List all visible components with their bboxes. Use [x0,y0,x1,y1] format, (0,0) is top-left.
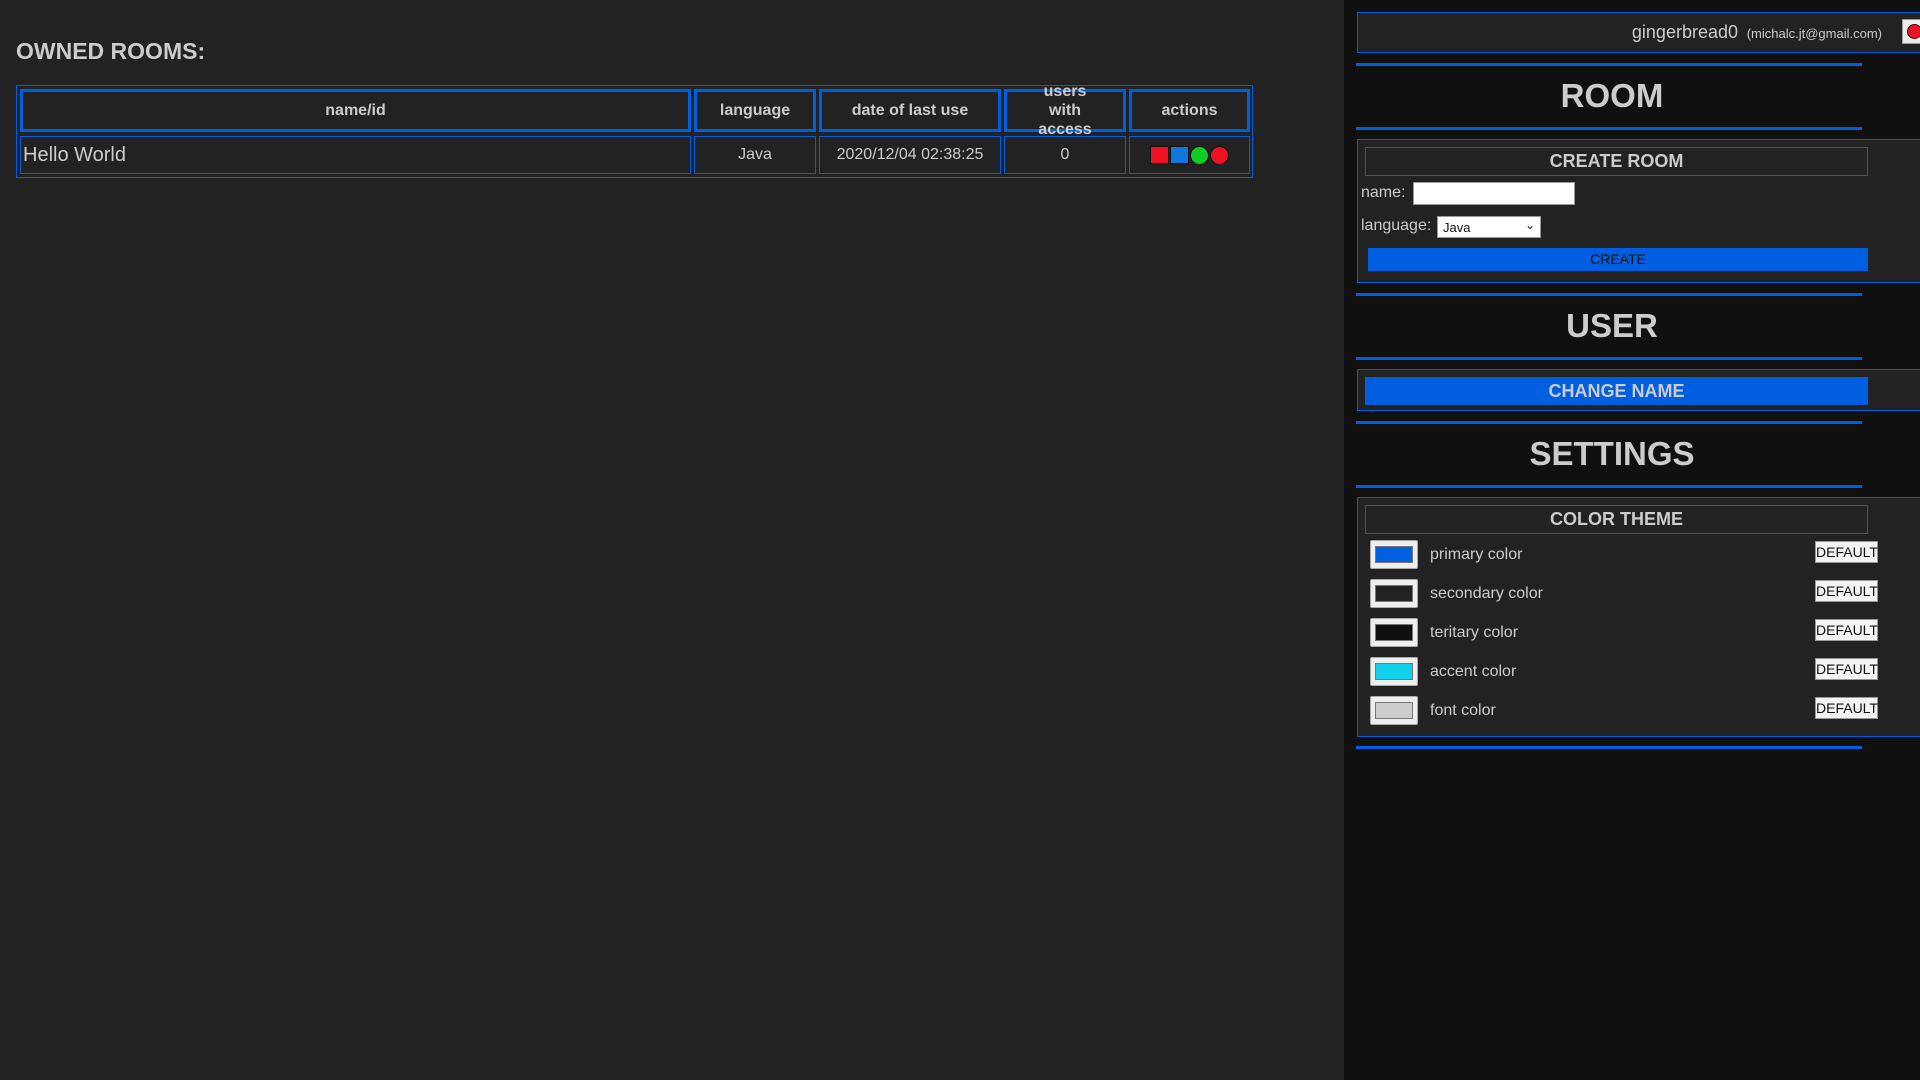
color-label: font color [1430,702,1496,719]
user-heading: USER [1566,307,1658,344]
green-circle-icon[interactable] [1190,145,1209,165]
default-button[interactable]: DEFAULT [1815,541,1878,563]
user-panel: CHANGE NAME [1357,369,1920,411]
red-square-icon[interactable] [1150,146,1169,164]
username: gingerbread0 [1631,22,1738,42]
default-button[interactable]: DEFAULT [1815,697,1878,719]
color-swatch[interactable] [1370,657,1418,686]
color-label: accent color [1430,663,1517,680]
user-email: (michalc.jt@gmail.com) [1746,26,1882,41]
color-swatch[interactable] [1370,696,1418,725]
create-room-panel: CREATE ROOM name: language: Java ⌄ CREATE [1357,139,1920,283]
col-users: users with access [1004,83,1126,138]
color-label: secondary color [1430,585,1543,602]
name-label: name: [1361,184,1406,201]
room-date: 2020/12/04 02:38:25 [819,136,1001,174]
divider [1356,357,1862,360]
red-circle-icon[interactable] [1210,145,1229,165]
col-date: date of last use [819,89,1001,132]
rooms-table: name/id language date of last use users … [16,83,1253,178]
default-button[interactable]: DEFAULT [1815,580,1878,602]
blue-square-icon[interactable] [1170,146,1189,164]
col-actions: actions [1129,89,1250,132]
language-label: language: [1361,217,1432,234]
room-heading: ROOM [1560,77,1664,114]
divider [1356,127,1862,130]
red-circle-icon [1906,24,1920,39]
color-swatch[interactable] [1370,579,1418,608]
page-title: OWNED ROOMS: [16,38,206,64]
room-language: Java [694,136,816,174]
chevron-down-icon: ⌄ [1524,218,1535,232]
divider [1356,421,1862,424]
col-language: language [694,89,816,132]
divider [1356,746,1862,749]
room-users: 0 [1004,136,1126,174]
color-theme-panel: COLOR THEME primary color DEFAULT second… [1357,497,1920,737]
color-label: primary color [1430,546,1523,563]
logout-button[interactable] [1902,19,1920,44]
room-actions [1129,136,1250,174]
divider [1356,485,1862,488]
divider [1356,63,1862,66]
default-button[interactable]: DEFAULT [1815,658,1878,680]
color-theme-title: COLOR THEME [1365,505,1868,534]
sidebar: gingerbread0 (michalc.jt@gmail.com) ROOM… [1344,0,1920,1080]
color-swatch[interactable] [1370,540,1418,569]
room-name-input[interactable] [1413,182,1575,205]
color-label: teritary color [1430,624,1519,641]
create-button[interactable]: CREATE [1368,248,1868,271]
user-bar: gingerbread0 (michalc.jt@gmail.com) [1357,12,1920,53]
default-button[interactable]: DEFAULT [1815,619,1878,641]
settings-heading: SETTINGS [1529,435,1695,472]
divider [1356,293,1862,296]
col-name: name/id [20,89,691,132]
language-select[interactable]: Java ⌄ [1437,216,1541,238]
room-name[interactable]: Hello World [20,136,691,174]
color-swatch[interactable] [1370,618,1418,647]
create-room-title: CREATE ROOM [1365,147,1868,176]
change-name-button[interactable]: CHANGE NAME [1365,377,1868,405]
